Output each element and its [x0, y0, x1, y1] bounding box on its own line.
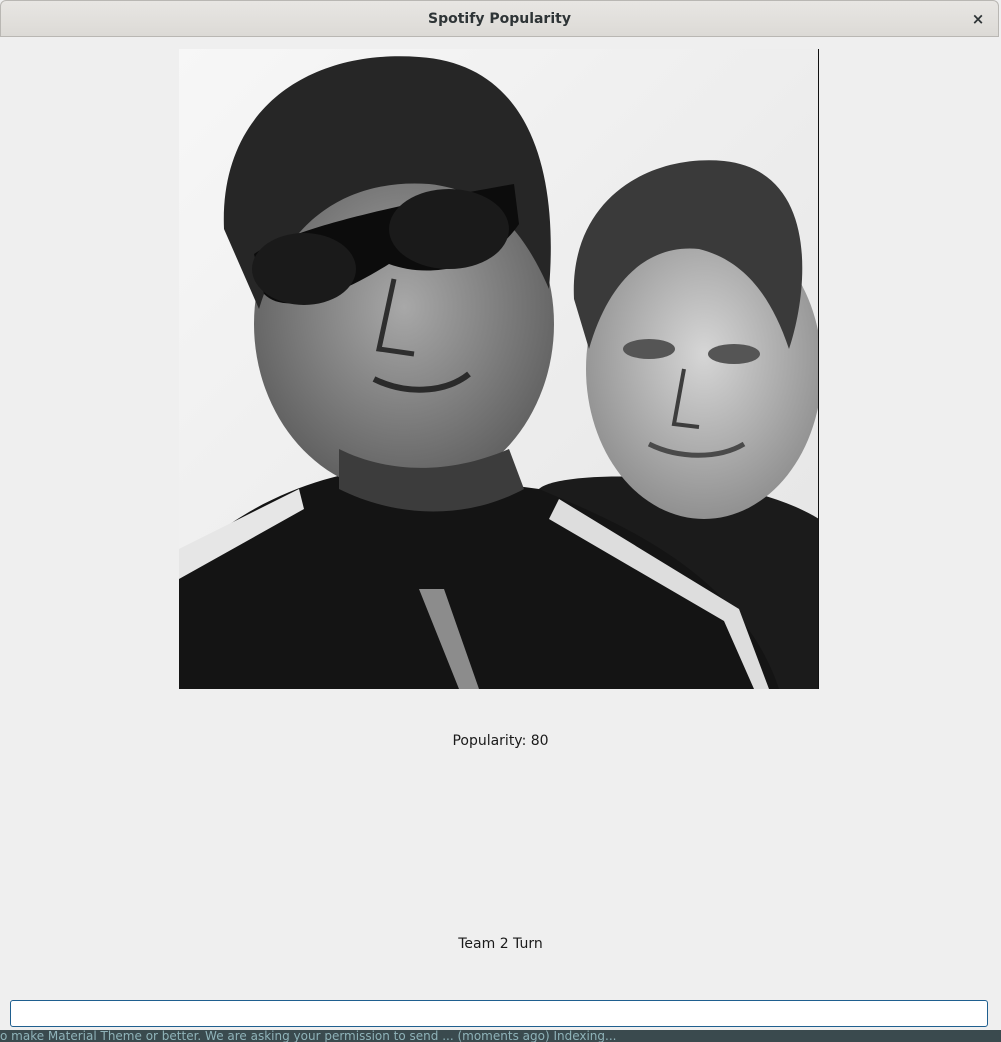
- app-window: Spotify Popularity × Popularity: 80 Team…: [0, 0, 1001, 1042]
- background-window-text: o make Material Theme or better. We are …: [0, 1030, 1001, 1042]
- artist-photo: [179, 49, 819, 689]
- close-icon[interactable]: ×: [968, 9, 988, 29]
- window-title: Spotify Popularity: [428, 11, 571, 27]
- popularity-label: Popularity: 80: [452, 733, 549, 749]
- title-bar[interactable]: Spotify Popularity ×: [0, 0, 999, 37]
- turn-indicator: Team 2 Turn: [458, 936, 543, 952]
- guess-input[interactable]: [10, 1000, 988, 1027]
